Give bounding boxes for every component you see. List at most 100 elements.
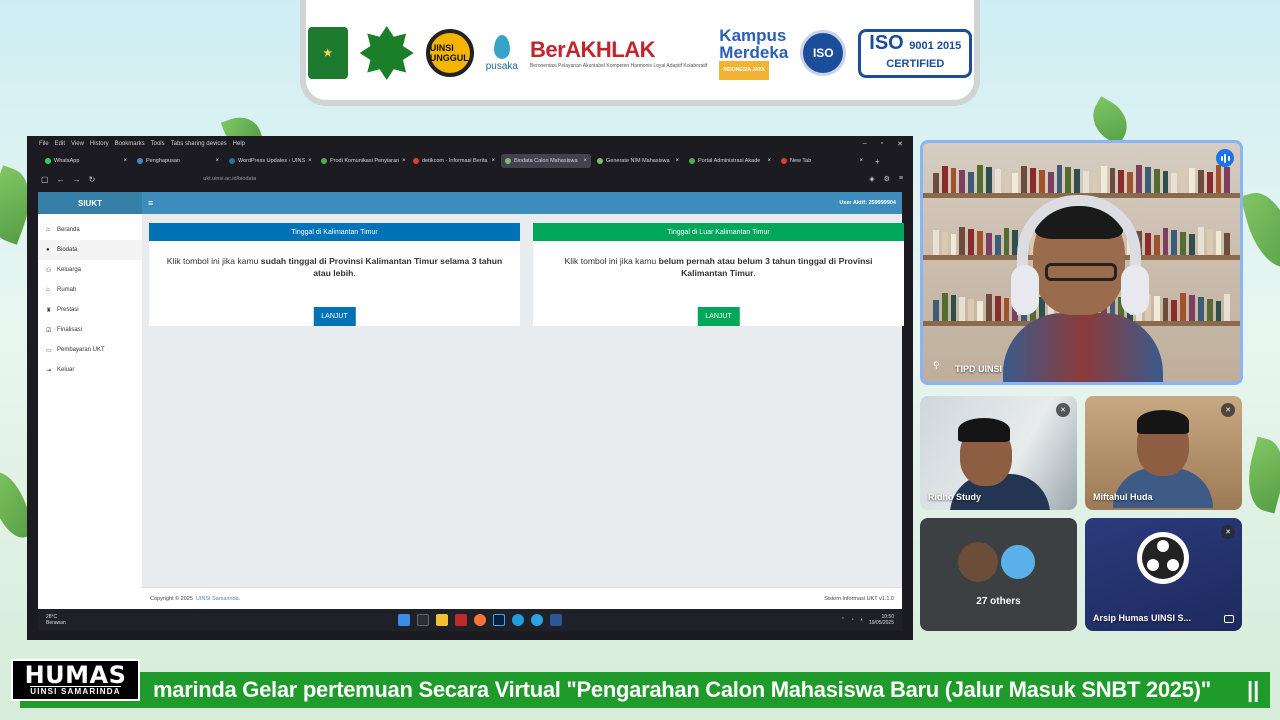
- filezilla-icon[interactable]: [455, 614, 467, 626]
- favicon-icon: [321, 158, 327, 164]
- windows-taskbar: 28°C Berawan ⌃ ◔ ◖ 10:50 19/05/2025: [38, 609, 902, 631]
- menu-icon[interactable]: ≡: [899, 175, 903, 183]
- picture-in-picture-icon[interactable]: [1224, 615, 1234, 623]
- lanjut-luar-kaltim-button[interactable]: LANJUT: [697, 307, 740, 326]
- firefox-icon[interactable]: [474, 614, 486, 626]
- book: [1224, 233, 1231, 255]
- menu-item[interactable]: Edit: [55, 141, 65, 147]
- others-tile[interactable]: 27 others: [920, 518, 1077, 631]
- close-tab-icon[interactable]: ×: [583, 158, 587, 164]
- kampus-merdeka-logo: Kampus Merdeka INDONESIA JAYA: [719, 27, 788, 80]
- tab-label: Generate NIM Mahasiswa: [606, 158, 670, 164]
- browser-tab[interactable]: detikcom - Informasi Berita ×: [409, 154, 499, 168]
- browser-tab[interactable]: WordPress Updates ‹ UINS ×: [225, 154, 315, 168]
- app-brand[interactable]: SIUKT: [38, 192, 142, 214]
- reload-icon[interactable]: ↻: [89, 175, 96, 184]
- book: [933, 230, 939, 255]
- sidebar-item-prestasi[interactable]: ♜ Prestasi: [38, 300, 142, 320]
- menu-item[interactable]: Help: [233, 141, 245, 147]
- menu-item[interactable]: File: [39, 141, 49, 147]
- card-icon: ▭: [46, 347, 52, 354]
- favicon-icon: [781, 158, 787, 164]
- tray-chevron-icon[interactable]: ⌃: [841, 617, 845, 623]
- sidebar-item-label: Rumah: [57, 287, 77, 293]
- participant-tile[interactable]: ✕ Arsip Humas UINSI S...: [1085, 518, 1242, 631]
- sidebar-item-label: Beranda: [57, 227, 80, 233]
- speaker-tile-main[interactable]: ⚲ TIPD UINSI: [920, 140, 1243, 385]
- menu-item[interactable]: Tabs sharing devices: [171, 141, 227, 147]
- back-icon[interactable]: ←: [57, 175, 65, 184]
- browser-tab[interactable]: Penghapusan ×: [133, 154, 223, 168]
- menu-item[interactable]: Tools: [151, 141, 165, 147]
- sidebar-item-pembayaran-ukt[interactable]: ▭ Pembayaran UKT: [38, 340, 142, 360]
- sidebar-item-rumah[interactable]: ⌂ Rumah: [38, 280, 142, 300]
- tray-volume-icon[interactable]: ◖: [860, 617, 863, 623]
- browser-tab[interactable]: Generate NIM Mahasiswa ×: [593, 154, 683, 168]
- browser-tab[interactable]: Biodata Calon Mahasiswa ×: [501, 154, 591, 168]
- book: [1215, 231, 1222, 255]
- sidebar-item-finalisasi[interactable]: ☑ Finalisasi: [38, 320, 142, 340]
- ticker-pause: ||: [1247, 677, 1260, 702]
- sidebar-toggle-icon[interactable]: ▢: [41, 175, 49, 184]
- house-icon: ⌂: [46, 287, 50, 293]
- book: [1215, 165, 1222, 193]
- browser-tab[interactable]: Prodi Komunikasi Penyiaran ×: [317, 154, 407, 168]
- leaf-decoration: [1084, 96, 1136, 146]
- word-icon[interactable]: [550, 614, 562, 626]
- close-tab-icon[interactable]: ×: [402, 158, 406, 164]
- forward-icon[interactable]: →: [73, 175, 81, 184]
- close-tab-icon[interactable]: ×: [215, 158, 219, 164]
- browser-tab[interactable]: New Tab ×: [777, 154, 867, 168]
- telegram-icon[interactable]: [531, 614, 543, 626]
- shield-icon[interactable]: ◈: [869, 175, 874, 183]
- sidebar-item-keluarga[interactable]: ⚇ Keluarga: [38, 260, 142, 280]
- book: [1197, 297, 1204, 321]
- close-tab-icon[interactable]: ×: [308, 158, 312, 164]
- extensions-icon[interactable]: ⚙: [884, 175, 890, 183]
- close-tab-icon[interactable]: ×: [767, 158, 771, 164]
- close-icon[interactable]: ✕: [897, 140, 903, 148]
- pin-icon[interactable]: ⚲: [933, 360, 940, 371]
- new-tab-icon[interactable]: +: [875, 157, 880, 166]
- ticker-text: marinda Gelar pertemuan Secara Virtual "…: [153, 677, 1211, 702]
- close-tab-icon[interactable]: ×: [123, 158, 127, 164]
- close-tab-icon[interactable]: ×: [859, 158, 863, 164]
- participant-tile[interactable]: ✕ Miftahul Huda: [1085, 396, 1242, 510]
- browser-tab[interactable]: WhatsApp ×: [41, 154, 131, 168]
- book: [985, 167, 992, 193]
- book: [1091, 173, 1098, 193]
- sidebar-item-beranda[interactable]: ⌂ Beranda: [38, 220, 142, 240]
- weather-widget[interactable]: 28°C Berawan: [46, 614, 66, 626]
- sidebar-item-label: Biodata: [57, 247, 78, 253]
- hamburger-icon[interactable]: ≡: [148, 198, 153, 208]
- logo-banner: ★ UINSI UNGGUL pusaka BerAKHLAK Berorient…: [300, 0, 980, 106]
- tray-wifi-icon[interactable]: ◔: [851, 617, 854, 623]
- menu-item[interactable]: History: [90, 141, 109, 147]
- browser-tab[interactable]: Portal Administrasi Akade ×: [685, 154, 775, 168]
- file-explorer-icon[interactable]: [436, 614, 448, 626]
- close-tab-icon[interactable]: ×: [675, 158, 679, 164]
- photoshop-icon[interactable]: [493, 614, 505, 626]
- sidebar-item-keluar[interactable]: ⇥ Keluar: [38, 360, 142, 380]
- book: [1136, 165, 1142, 193]
- menu-item[interactable]: View: [71, 141, 84, 147]
- book: [1206, 299, 1213, 321]
- book: [1162, 298, 1169, 321]
- minimize-icon[interactable]: –: [863, 140, 867, 148]
- menu-item[interactable]: Bookmarks: [115, 141, 145, 147]
- lanjut-kaltim-button[interactable]: LANJUT: [313, 307, 356, 326]
- book: [1021, 166, 1028, 193]
- edge-icon[interactable]: [512, 614, 524, 626]
- tab-label: WordPress Updates ‹ UINS: [238, 158, 306, 164]
- taskbar-clock[interactable]: 10:50 19/05/2025: [869, 614, 894, 626]
- favicon-icon: [597, 158, 603, 164]
- restore-icon[interactable]: ▫: [881, 140, 883, 148]
- start-icon[interactable]: [398, 614, 410, 626]
- search-icon[interactable]: [417, 614, 429, 626]
- favicon-icon: [45, 158, 51, 164]
- participant-tile[interactable]: ✕ Ridho Study: [920, 396, 1077, 510]
- sidebar-item-biodata[interactable]: ● Biodata: [38, 240, 142, 260]
- url-bar[interactable]: ukt.uinsi.ac.id/biodata: [103, 172, 714, 186]
- close-tab-icon[interactable]: ×: [491, 158, 495, 164]
- footer-link[interactable]: UINSI Samarinda.: [196, 596, 240, 602]
